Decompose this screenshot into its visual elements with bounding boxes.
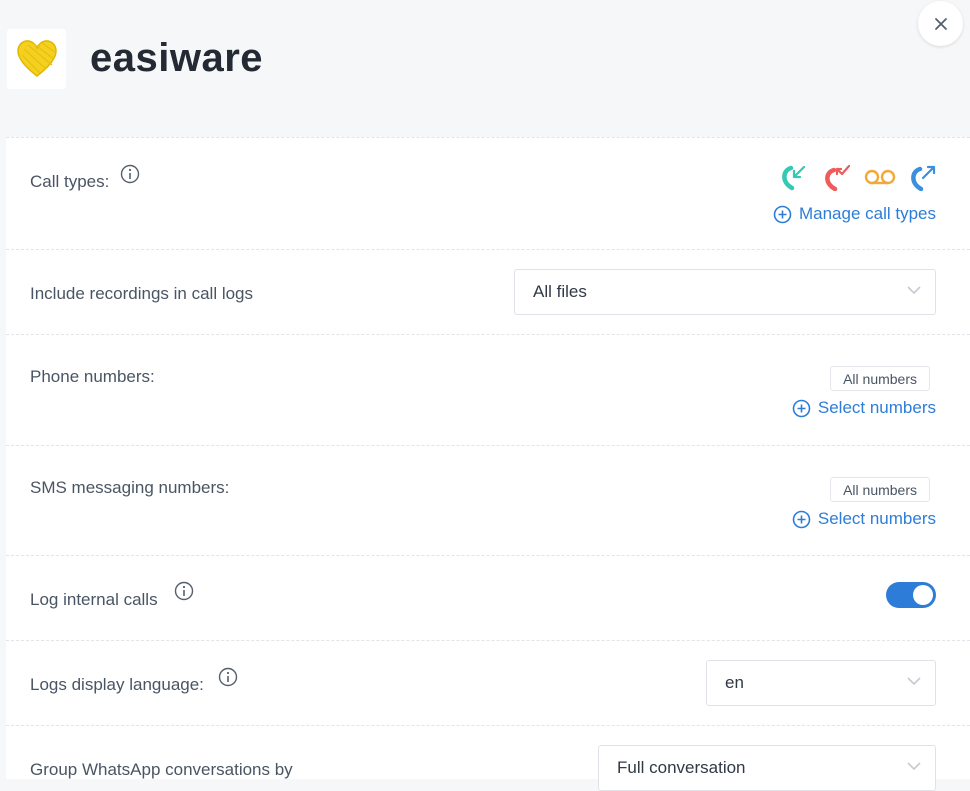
call-types-label: Call types: bbox=[30, 172, 110, 191]
display-language-label: Logs display language: bbox=[30, 675, 204, 694]
call-type-icons bbox=[776, 163, 940, 191]
phone-numbers-row: Phone numbers: All numbers Select number… bbox=[6, 334, 970, 446]
sms-numbers-row: SMS messaging numbers: All numbers Selec… bbox=[6, 445, 970, 556]
select-sms-numbers-link[interactable]: Select numbers bbox=[792, 509, 936, 529]
internal-calls-row: Log internal calls bbox=[6, 555, 970, 641]
info-icon[interactable] bbox=[174, 581, 194, 601]
whatsapp-grouping-label: Group WhatsApp conversations by bbox=[30, 760, 293, 779]
whatsapp-grouping-row: Group WhatsApp conversations by Full con… bbox=[6, 725, 970, 791]
internal-calls-label: Log internal calls bbox=[30, 590, 158, 609]
heart-logo-icon bbox=[16, 40, 57, 77]
header: easiware bbox=[0, 0, 970, 138]
chevron-down-icon bbox=[907, 762, 921, 771]
recordings-select[interactable]: All files bbox=[514, 269, 936, 315]
sms-numbers-label: SMS messaging numbers: bbox=[30, 478, 230, 497]
phone-numbers-tag: All numbers bbox=[830, 366, 930, 391]
plus-circle-icon bbox=[792, 510, 811, 528]
display-language-row: Logs display language: en bbox=[6, 640, 970, 726]
plus-circle-icon bbox=[792, 399, 811, 417]
sms-numbers-tag: All numbers bbox=[830, 477, 930, 502]
call-types-row: Call types: Manage call types bbox=[6, 137, 970, 250]
recordings-select-value: All files bbox=[533, 282, 587, 301]
settings-panel: Call types: Manage call types Include re… bbox=[6, 137, 970, 791]
plus-circle-icon bbox=[773, 205, 792, 223]
close-icon bbox=[934, 17, 947, 30]
chevron-down-icon bbox=[907, 677, 921, 686]
info-icon[interactable] bbox=[120, 164, 140, 184]
whatsapp-grouping-select-value: Full conversation bbox=[617, 758, 746, 777]
recordings-label: Include recordings in call logs bbox=[30, 284, 254, 303]
select-sms-numbers-label: Select numbers bbox=[817, 509, 936, 528]
info-icon[interactable] bbox=[218, 667, 238, 687]
outgoing-call-icon[interactable] bbox=[905, 163, 940, 191]
whatsapp-grouping-select[interactable]: Full conversation bbox=[598, 745, 936, 791]
manage-call-types-label: Manage call types bbox=[798, 204, 936, 223]
phone-numbers-label: Phone numbers: bbox=[30, 367, 155, 386]
display-language-select[interactable]: en bbox=[706, 660, 936, 706]
chevron-down-icon bbox=[907, 286, 921, 295]
toggle-knob bbox=[913, 585, 933, 605]
incoming-call-icon[interactable] bbox=[776, 163, 811, 191]
select-phone-numbers-label: Select numbers bbox=[817, 398, 936, 417]
manage-call-types-link[interactable]: Manage call types bbox=[773, 204, 936, 224]
app-logo bbox=[7, 29, 66, 89]
voicemail-icon[interactable] bbox=[862, 163, 897, 191]
internal-calls-toggle[interactable] bbox=[886, 582, 936, 608]
recordings-row: Include recordings in call logs All file… bbox=[6, 249, 970, 335]
missed-call-icon[interactable] bbox=[819, 163, 854, 191]
select-phone-numbers-link[interactable]: Select numbers bbox=[792, 398, 936, 418]
display-language-select-value: en bbox=[725, 673, 744, 692]
close-button[interactable] bbox=[918, 1, 963, 46]
app-name: easiware bbox=[90, 36, 264, 80]
